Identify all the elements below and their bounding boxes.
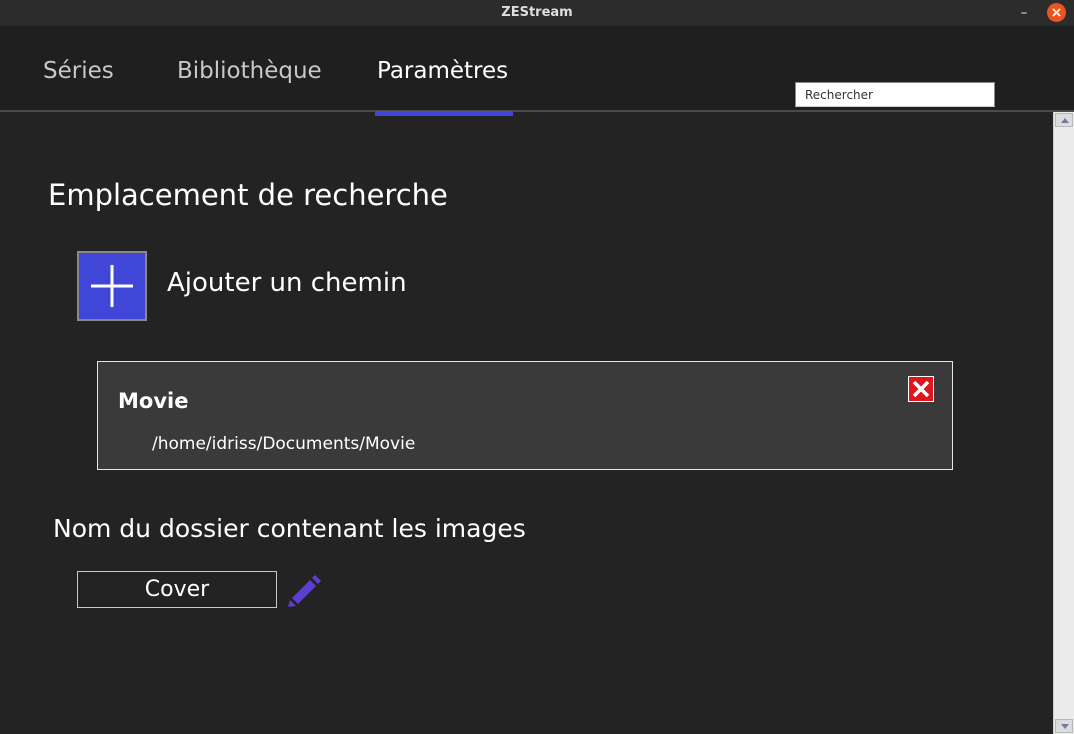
top-navigation: Séries Bibliothèque Paramètres bbox=[0, 26, 1074, 116]
delete-path-button[interactable] bbox=[908, 376, 934, 402]
add-path-button[interactable] bbox=[77, 251, 147, 321]
pencil-icon[interactable] bbox=[286, 572, 324, 608]
image-folder-heading: Nom du dossier contenant les images bbox=[53, 514, 526, 543]
title-bar: ZEStream – bbox=[0, 0, 1074, 26]
arrow-up-icon bbox=[1061, 118, 1069, 123]
close-icon bbox=[1052, 8, 1061, 17]
add-path-label[interactable]: Ajouter un chemin bbox=[167, 268, 407, 298]
image-folder-field[interactable]: Cover bbox=[77, 571, 277, 608]
search-location-heading: Emplacement de recherche bbox=[48, 178, 448, 212]
close-window-button[interactable] bbox=[1047, 3, 1066, 22]
path-value: /home/idriss/Documents/Movie bbox=[152, 434, 416, 454]
path-name: Movie bbox=[118, 389, 189, 413]
scroll-up-button[interactable] bbox=[1055, 113, 1073, 127]
search-input[interactable] bbox=[795, 82, 995, 107]
close-icon bbox=[912, 380, 930, 398]
tab-library[interactable]: Bibliothèque bbox=[177, 58, 322, 84]
vertical-scrollbar[interactable] bbox=[1053, 112, 1074, 734]
active-tab-indicator bbox=[375, 111, 513, 116]
tab-series[interactable]: Séries bbox=[43, 58, 114, 84]
arrow-down-icon bbox=[1061, 724, 1069, 729]
window-title: ZEStream bbox=[501, 5, 573, 20]
tab-settings[interactable]: Paramètres bbox=[377, 58, 508, 84]
path-card: Movie /home/idriss/Documents/Movie bbox=[97, 361, 953, 470]
plus-icon bbox=[91, 265, 133, 307]
scroll-down-button[interactable] bbox=[1055, 719, 1073, 733]
minimize-button[interactable]: – bbox=[1014, 2, 1034, 24]
